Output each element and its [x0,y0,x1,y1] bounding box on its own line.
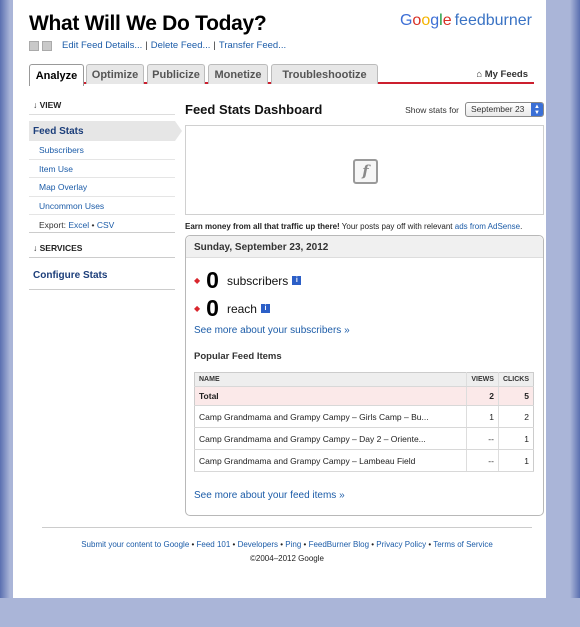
brand-product: feedburner [454,12,532,29]
select-arrows-icon: ▲ ▼ [531,103,543,116]
copyright: ©2004–2012 Google [250,554,324,563]
item-views: 1 [466,405,499,428]
tab-optimize[interactable]: Optimize [86,64,144,84]
sidebar-services-heading: ↓ SERVICES [29,243,175,258]
sidebar-item-subscribers[interactable]: Subscribers [29,141,175,160]
table-row[interactable]: Camp Grandmama and Grampy Campy – Day 2 … [194,427,534,450]
feed-links: Edit Feed Details... | Delete Feed... | … [29,40,286,51]
table-row[interactable]: Camp Grandmama and Grampy Campy – Lambea… [194,449,534,472]
sidebar-item-item-use[interactable]: Item Use [29,160,175,178]
adsense-link[interactable]: ads from AdSense [455,222,520,231]
my-feeds-label: My Feeds [484,69,528,80]
delete-feed-link[interactable]: Delete Feed... [151,40,211,51]
show-stats-label: Show stats for [405,104,459,115]
sidebar-item-map-overlay[interactable]: Map Overlay [29,178,175,197]
diamond-icon: ◆ [194,304,201,313]
transfer-feed-link[interactable]: Transfer Feed... [219,40,286,51]
column-header-clicks: CLICKS [497,372,534,387]
link-separator: | [145,40,148,51]
configure-stats-link[interactable]: Configure Stats [29,258,175,290]
sidebar: ↓ VIEW Feed Stats Subscribers Item Use M… [29,100,182,290]
export-separator: • [91,220,95,230]
subscribers-label: subscribers [226,273,289,288]
footer-link-privacy[interactable]: Privacy Policy [376,540,426,549]
info-icon[interactable]: i [292,276,302,285]
total-clicks: 5 [497,386,534,406]
show-stats: Show stats for September 23 ▲ ▼ [405,102,544,117]
sidebar-item-feed-stats[interactable]: Feed Stats [29,121,182,141]
export-row: Export: Excel • CSV [29,215,175,233]
footer-links: Submit your content to Google • Feed 101… [81,540,493,549]
footer-link-developers[interactable]: Developers [238,540,278,549]
tab-publicize[interactable]: Publicize [147,64,205,84]
table-total-row: Total 2 5 [194,386,534,406]
sidebar-view-heading: ↓ VIEW [29,100,175,115]
sidebar-item-uncommon-uses[interactable]: Uncommon Uses [29,197,175,215]
date-select[interactable]: September 23 ▲ ▼ [465,102,544,117]
item-clicks: 1 [497,427,534,450]
feedburner-logo[interactable]: Google feedburner [400,12,532,30]
flash-chart-placeholder: f [185,125,544,215]
item-name[interactable]: Camp Grandmama and Grampy Campy – Lambea… [194,449,467,472]
adsense-text: Your posts pay off with relevant [339,222,455,231]
item-clicks: 1 [497,449,534,472]
tab-analyze[interactable]: Analyze [29,64,84,86]
reach-stat: ◆ 0 reach i [194,295,270,322]
reach-label: reach [226,301,257,316]
info-icon[interactable]: i [260,304,270,313]
item-views: -- [466,427,499,450]
see-more-feed-items-link[interactable]: See more about your feed items » [194,490,345,501]
export-csv-link[interactable]: CSV [97,220,114,230]
footer-link-feed101[interactable]: Feed 101 [197,540,231,549]
column-header-views: VIEWS [466,372,499,387]
footer-link-terms[interactable]: Terms of Service [433,540,493,549]
export-excel-link[interactable]: Excel [68,220,89,230]
diamond-icon: ◆ [194,276,201,285]
link-separator: | [213,40,216,51]
adsense-headline: Earn money from all that traffic up ther… [185,222,340,231]
adsense-end: . [520,222,523,231]
popular-items-table: NAME VIEWS CLICKS Total 2 5 Camp Grandma… [194,372,534,472]
rss-icon[interactable] [29,40,39,51]
flash-plugin-icon[interactable]: f [353,159,378,184]
item-clicks: 2 [497,405,534,428]
page: What Will We Do Today? Google feedburner … [13,0,546,598]
edit-feed-link[interactable]: Edit Feed Details... [62,40,142,51]
item-name[interactable]: Camp Grandmama and Grampy Campy – Girls … [194,405,467,428]
footer: Submit your content to Google • Feed 101… [42,527,532,563]
table-row[interactable]: Camp Grandmama and Grampy Campy – Girls … [194,405,534,428]
item-views: -- [466,449,499,472]
popular-feed-items-heading: Popular Feed Items [194,351,282,362]
adsense-promo: Earn money from all that traffic up ther… [185,222,544,231]
subscribers-count: 0 [206,267,219,293]
total-label: Total [194,386,467,406]
feed-icon[interactable] [42,40,52,51]
reach-count: 0 [206,295,219,321]
subscribers-stat: ◆ 0 subscribers i [194,267,302,294]
export-label: Export: [39,220,66,230]
page-bottom-background [0,598,580,627]
footer-link-ping[interactable]: Ping [285,540,301,549]
see-more-subscribers-link[interactable]: See more about your subscribers » [194,325,350,336]
main-tabs: Analyze Optimize Publicize Monetize Trou… [29,64,534,86]
column-header-name: NAME [194,372,467,387]
main-content: Feed Stats Dashboard Show stats for Sept… [185,102,544,516]
total-views: 2 [466,386,499,406]
stats-panel: Sunday, September 23, 2012 ◆ 0 subscribe… [185,235,544,516]
footer-link-submit[interactable]: Submit your content to Google [81,540,189,549]
item-name[interactable]: Camp Grandmama and Grampy Campy – Day 2 … [194,427,467,450]
tab-troubleshootize[interactable]: Troubleshootize [271,64,378,84]
google-logo: Google [399,12,452,29]
tab-monetize[interactable]: Monetize [208,64,268,84]
footer-link-blog[interactable]: FeedBurner Blog [309,540,369,549]
my-feeds-link[interactable]: ⌂ My Feeds [476,69,528,80]
stats-date: Sunday, September 23, 2012 [186,236,543,258]
date-select-value: September 23 [471,104,525,114]
table-header-row: NAME VIEWS CLICKS [194,372,534,387]
